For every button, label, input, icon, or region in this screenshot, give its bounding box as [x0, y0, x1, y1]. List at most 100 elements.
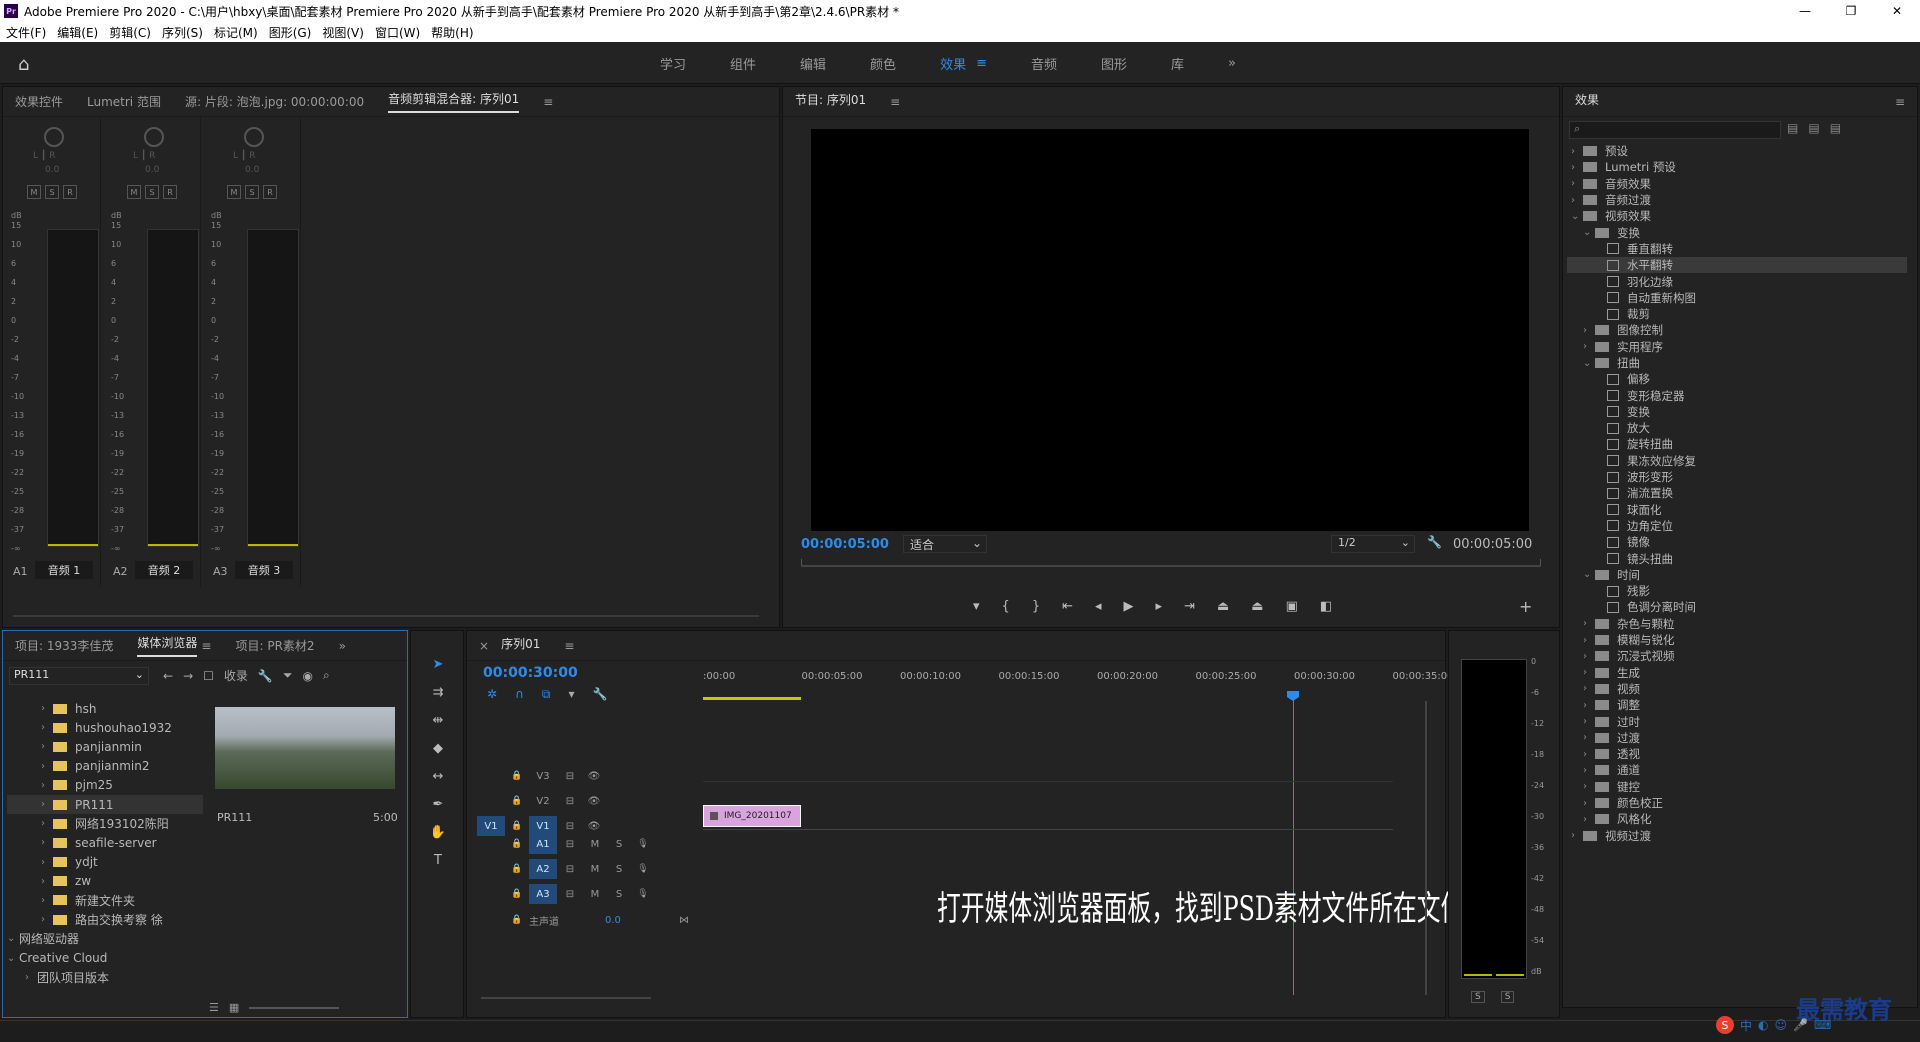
lock-icon[interactable]: 🔒 [505, 771, 529, 781]
lock-icon[interactable]: 🔒 [505, 915, 529, 925]
effects-preset[interactable]: 色调分离时间 [1567, 599, 1907, 615]
restore-icon[interactable]: ❐ [1828, 0, 1874, 22]
play-icon[interactable]: ▶ [1124, 599, 1134, 614]
program-title[interactable]: 节目: 序列01 [795, 91, 866, 112]
tab-audio-clip-mixer[interactable]: 音频剪辑混合器: 序列01 [388, 90, 520, 113]
effects-folder[interactable]: › 音频效果 [1567, 176, 1907, 192]
effects-folder[interactable]: › 颜色校正 [1567, 795, 1907, 811]
playhead[interactable] [1293, 693, 1294, 995]
track-target[interactable]: A3 [529, 884, 557, 904]
sync-lock-icon[interactable]: ⊟ [557, 889, 583, 900]
mark-out-icon[interactable]: } [1032, 599, 1040, 614]
voiceover-icon[interactable]: 🎙 [631, 839, 655, 849]
close-icon[interactable]: ✕ [1874, 0, 1920, 22]
mute-icon[interactable]: M [583, 839, 607, 850]
resolution-dropdown[interactable]: 1/2 ⌄ [1331, 535, 1415, 553]
effects-preset[interactable]: 湍流置换 [1567, 485, 1907, 501]
record-button[interactable]: R [263, 185, 277, 199]
ws-menu-icon[interactable]: ≡ [976, 56, 987, 71]
lock-icon[interactable]: 🔒 [505, 864, 529, 874]
effects-title[interactable]: 效果 [1575, 91, 1599, 112]
ws-graphics[interactable]: 图形 [1101, 54, 1127, 73]
effects-folder[interactable]: › 图像控制 [1567, 322, 1907, 338]
effects-preset[interactable]: 变形稳定器 [1567, 387, 1907, 403]
ingest-checkbox[interactable]: ☐ [203, 669, 214, 683]
effects-folder[interactable]: › 键控 [1567, 779, 1907, 795]
minimize-icon[interactable]: — [1782, 0, 1828, 22]
solo-button[interactable]: S [145, 185, 159, 199]
lock-icon[interactable]: 🔒 [505, 839, 529, 849]
creative-cloud-item[interactable]: ⌄ Creative Cloud [7, 948, 203, 967]
filter-icon[interactable]: ⏷ [283, 668, 293, 683]
folder-item[interactable]: › pjm25 [7, 776, 203, 795]
program-timecode[interactable]: 00:00:05:00 [801, 537, 889, 552]
folder-item[interactable]: › 新建文件夹 [7, 891, 203, 910]
ws-assembly[interactable]: 组件 [730, 54, 756, 73]
lock-icon[interactable]: 🔒 [505, 796, 529, 806]
effects-preset[interactable]: 水平翻转 [1567, 257, 1907, 274]
location-dropdown[interactable]: PR111 ⌄ [9, 667, 149, 685]
zoom-slider[interactable] [249, 1006, 340, 1009]
track-target[interactable]: V2 [529, 791, 557, 811]
pan-knob[interactable] [44, 127, 64, 147]
tab-project-pr2[interactable]: 项目: PR素材2 [235, 637, 314, 654]
eye-icon[interactable]: 👁 [583, 796, 605, 807]
effects-folder[interactable]: ⌄ 视频效果 [1567, 208, 1907, 224]
work-area-bar[interactable] [703, 697, 801, 700]
mark-in-icon[interactable]: { [1002, 599, 1010, 614]
folder-item[interactable]: › PR111 [7, 794, 203, 815]
effects-folder[interactable]: ⌄ 扭曲 [1567, 355, 1907, 371]
effects-preset[interactable]: 镜像 [1567, 534, 1907, 550]
mute-icon[interactable]: M [583, 864, 607, 875]
program-scrub-bar[interactable] [801, 565, 1541, 567]
solo-right-button[interactable]: S [1500, 991, 1515, 1003]
accelerated-effects-icon[interactable]: ▤ [1787, 121, 1798, 135]
clip-thumbnail[interactable] [215, 707, 395, 789]
voiceover-icon[interactable]: 🎙 [631, 864, 655, 874]
home-icon[interactable]: ⌂ [18, 54, 29, 75]
tab-project-1933[interactable]: 项目: 1933李佳茂 [15, 637, 113, 654]
effects-folder[interactable]: › 过时 [1567, 713, 1907, 729]
menu-file[interactable]: 文件(F) [6, 24, 46, 41]
sync-lock-icon[interactable]: ⊟ [557, 796, 583, 807]
source-patch[interactable] [477, 791, 505, 811]
track-target[interactable]: A2 [529, 859, 557, 879]
folder-item[interactable]: › ydjt [7, 853, 203, 872]
folder-item[interactable]: › zw [7, 872, 203, 891]
effects-preset[interactable]: 变换 [1567, 404, 1907, 420]
mute-button[interactable]: M [27, 185, 41, 199]
ws-libraries[interactable]: 库 [1171, 54, 1184, 73]
effects-folder[interactable]: › 生成 [1567, 665, 1907, 681]
effects-preset[interactable]: 放大 [1567, 420, 1907, 436]
effects-preset[interactable]: 羽化边缘 [1567, 273, 1907, 289]
ime-toolbar[interactable]: S 中 ◐ ☺ 🎤 ⌨ [1716, 1016, 1831, 1034]
wrench-icon[interactable]: 🔧 [1427, 535, 1442, 549]
yuv-effects-icon[interactable]: ▤ [1830, 121, 1841, 135]
effects-folder[interactable]: › 调整 [1567, 697, 1907, 713]
effects-folder[interactable]: ⌄ 变换 [1567, 224, 1907, 240]
effects-preset[interactable]: 残影 [1567, 583, 1907, 599]
timeline-h-scrollbar[interactable] [481, 997, 651, 999]
solo-left-button[interactable]: S [1471, 991, 1485, 1003]
selection-tool-icon[interactable]: ➤ [427, 653, 449, 675]
timeline-clip[interactable]: IMG_20201107 [703, 805, 801, 827]
solo-icon[interactable]: S [607, 839, 631, 850]
tab-lumetri-scopes[interactable]: Lumetri 范围 [87, 93, 161, 110]
effects-folder[interactable]: › 沉浸式视频 [1567, 648, 1907, 664]
effects-preset[interactable]: 边角定位 [1567, 518, 1907, 534]
folder-item[interactable]: › panjianmin2 [7, 757, 203, 776]
icon-view-icon[interactable]: ▦ [229, 1001, 239, 1014]
timeline-v-scrollbar[interactable] [1425, 701, 1427, 995]
panel-menu-icon[interactable]: ≡ [543, 95, 553, 109]
extract-icon[interactable]: ⏏ [1251, 599, 1263, 614]
track-target[interactable]: V3 [529, 766, 557, 786]
effects-folder[interactable]: › 通道 [1567, 762, 1907, 778]
tab-media-browser[interactable]: 媒体浏览器 [137, 634, 198, 657]
effects-folder[interactable]: › 透视 [1567, 746, 1907, 762]
effects-search-input[interactable]: ⌕ [1569, 121, 1781, 139]
hand-icon[interactable]: ✋ [427, 821, 449, 843]
step-back-icon[interactable]: ◂ [1095, 599, 1102, 614]
eye-icon[interactable]: 👁 [583, 771, 605, 782]
more-panels-icon[interactable]: » [339, 639, 346, 653]
panel-menu-icon[interactable]: ≡ [201, 639, 211, 653]
